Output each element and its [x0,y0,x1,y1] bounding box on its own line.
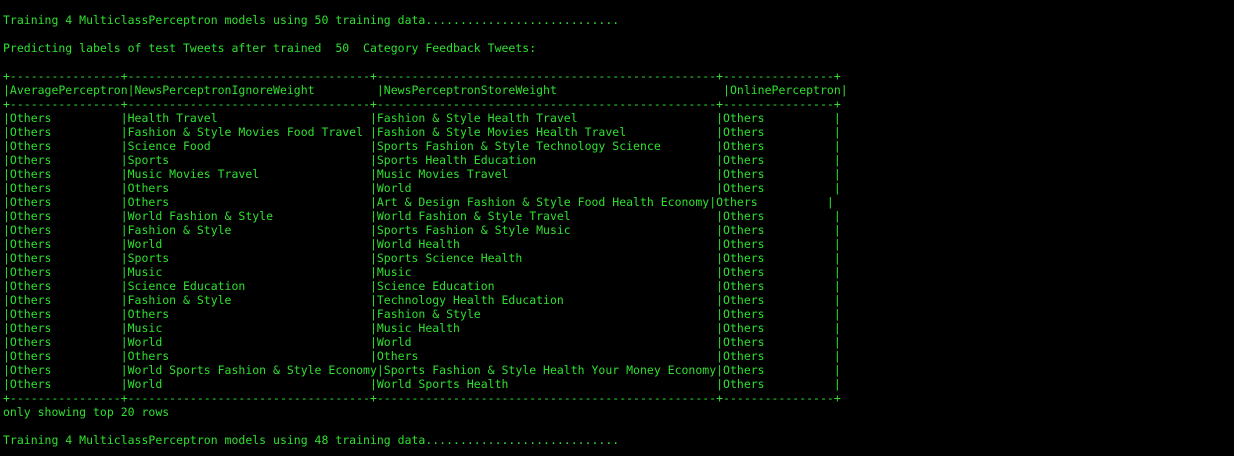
table-row: |Others |World |World Health |Others | [3,237,841,251]
table-row: |Others |Music |Music |Others | [3,265,841,279]
table-row: |Others |Others |Art & Design Fashion & … [3,195,834,209]
table-row: |Others |Science Food |Sports Fashion & … [3,139,841,153]
table-row: |Others |World |World |Others | [3,335,841,349]
table-row: |Others |Health Travel |Fashion & Style … [3,111,841,125]
table-row: |Others |Others |Others |Others | [3,349,841,363]
table-row: |Others |World |World Sports Health |Oth… [3,377,841,391]
table-row: |Others |World Fashion & Style |World Fa… [3,209,841,223]
table-row: |Others |Music Movies Travel |Music Movi… [3,167,841,181]
table-header-row: |AveragePerceptron|NewsPerceptronIgnoreW… [3,83,848,97]
table-border-top: +----------------+----------------------… [3,69,841,83]
table-row: |Others |Sports |Sports Health Education… [3,153,841,167]
table-row: |Others |World Sports Fashion & Style Ec… [3,363,841,377]
training-status-line: Training 4 MulticlassPerceptron models u… [3,433,620,447]
predicting-status-line: Predicting labels of test Tweets after t… [3,41,537,55]
table-border-header: +----------------+----------------------… [3,97,841,111]
table-row: |Others |Fashion & Style |Sports Fashion… [3,223,841,237]
table-row: |Others |Fashion & Style |Technology Hea… [3,293,841,307]
table-row: |Others |Others |World |Others | [3,181,841,195]
training-status-line: Training 4 MulticlassPerceptron models u… [3,13,620,27]
table-row: |Others |Others |Fashion & Style |Others… [3,307,841,321]
table-row: |Others |Music |Music Health |Others | [3,321,841,335]
table-row: |Others |Fashion & Style Movies Food Tra… [3,125,841,139]
table-row: |Others |Sports |Sports Science Health |… [3,251,841,265]
table-border-bottom: +----------------+----------------------… [3,391,841,405]
row-count-note: only showing top 20 rows [3,405,170,419]
terminal-window[interactable]: Training 4 MulticlassPerceptron models u… [0,0,1234,456]
table-row: |Others |Science Education |Science Educ… [3,279,841,293]
